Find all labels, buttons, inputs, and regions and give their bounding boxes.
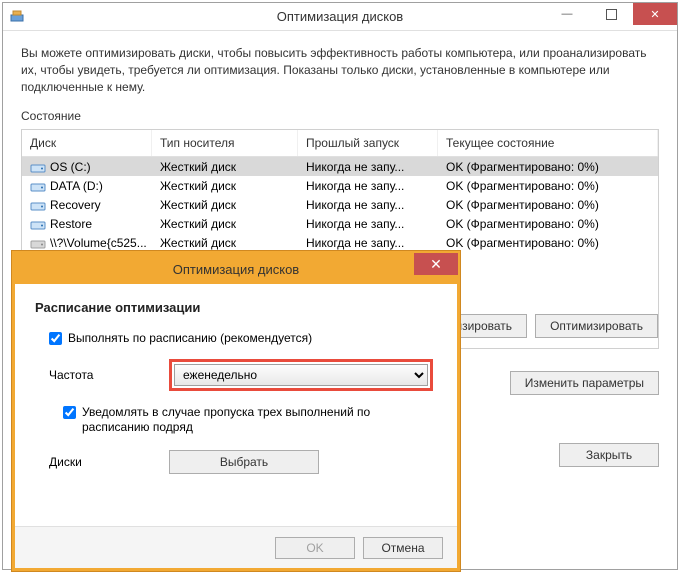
- cell-last: Никогда не запу...: [298, 198, 438, 212]
- cell-type: Жесткий диск: [152, 198, 298, 212]
- dialog-body: Расписание оптимизации Выполнять по расп…: [15, 284, 457, 504]
- drives-table: Диск Тип носителя Прошлый запуск Текущее…: [22, 130, 658, 252]
- col-state[interactable]: Текущее состояние: [438, 130, 658, 156]
- hdd-icon: [30, 200, 46, 212]
- choose-disks-button[interactable]: Выбрать: [169, 450, 319, 474]
- change-params-button[interactable]: Изменить параметры: [510, 371, 659, 395]
- cell-state: OK (Фрагментировано: 0%): [438, 217, 658, 231]
- close-button[interactable]: ✕: [633, 3, 677, 25]
- intro-text: Вы можете оптимизировать диски, чтобы по…: [21, 45, 659, 95]
- cell-disk: DATA (D:): [22, 179, 152, 193]
- frequency-row: Частота еженедельно: [49, 359, 437, 391]
- titlebar[interactable]: Оптимизация дисков — ✕: [3, 3, 677, 31]
- dialog-title: Оптимизация дисков: [173, 262, 299, 277]
- table-header: Диск Тип носителя Прошлый запуск Текущее…: [22, 130, 658, 157]
- cell-last: Никогда не запу...: [298, 236, 438, 250]
- cell-state: OK (Фрагментировано: 0%): [438, 179, 658, 193]
- cell-type: Жесткий диск: [152, 217, 298, 231]
- disks-label: Диски: [49, 455, 149, 469]
- hdd-icon: [30, 219, 46, 231]
- schedule-checkbox[interactable]: [49, 332, 62, 345]
- col-last[interactable]: Прошлый запуск: [298, 130, 438, 156]
- cell-last: Никогда не запу...: [298, 217, 438, 231]
- table-row[interactable]: DATA (D:)Жесткий дискНикогда не запу...O…: [22, 176, 658, 195]
- cell-type: Жесткий диск: [152, 160, 298, 174]
- dialog-heading: Расписание оптимизации: [35, 300, 437, 315]
- notify-checkbox[interactable]: [63, 406, 76, 419]
- cell-disk: Restore: [22, 217, 152, 231]
- cell-disk: OS (C:): [22, 160, 152, 174]
- frequency-select[interactable]: еженедельно: [174, 364, 428, 386]
- cell-type: Жесткий диск: [152, 236, 298, 250]
- state-label: Состояние: [21, 109, 659, 123]
- cell-state: OK (Фрагментировано: 0%): [438, 236, 658, 250]
- frequency-highlight: еженедельно: [169, 359, 433, 391]
- cell-disk: \\?\Volume{c525...: [22, 236, 152, 250]
- hdd-icon: [30, 162, 46, 174]
- schedule-checkbox-label[interactable]: Выполнять по расписанию (рекомендуется): [68, 331, 312, 347]
- frequency-label: Частота: [49, 368, 149, 382]
- table-body: OS (C:)Жесткий дискНикогда не запу...OK …: [22, 157, 658, 252]
- ok-button[interactable]: OK: [275, 537, 355, 559]
- cell-state: OK (Фрагментировано: 0%): [438, 198, 658, 212]
- schedule-checkbox-row: Выполнять по расписанию (рекомендуется): [49, 331, 437, 347]
- notify-checkbox-label[interactable]: Уведомлять в случае пропуска трех выполн…: [82, 405, 413, 436]
- hdd-icon: [30, 238, 46, 250]
- cell-type: Жесткий диск: [152, 179, 298, 193]
- notify-checkbox-row: Уведомлять в случае пропуска трех выполн…: [63, 405, 413, 436]
- dialog-close-button[interactable]: ✕: [414, 253, 458, 275]
- close-main-button[interactable]: Закрыть: [559, 443, 659, 467]
- optimize-button[interactable]: Оптимизировать: [535, 314, 658, 338]
- table-row[interactable]: OS (C:)Жесткий дискНикогда не запу...OK …: [22, 157, 658, 176]
- table-row[interactable]: RestoreЖесткий дискНикогда не запу...OK …: [22, 214, 658, 233]
- hdd-icon: [30, 181, 46, 193]
- minimize-button[interactable]: —: [545, 3, 589, 25]
- cell-state: OK (Фрагментировано: 0%): [438, 160, 658, 174]
- disks-row: Диски Выбрать: [49, 450, 437, 474]
- col-disk[interactable]: Диск: [22, 130, 152, 156]
- cell-last: Никогда не запу...: [298, 179, 438, 193]
- table-row[interactable]: RecoveryЖесткий дискНикогда не запу...OK…: [22, 195, 658, 214]
- cancel-button[interactable]: Отмена: [363, 537, 443, 559]
- table-row[interactable]: \\?\Volume{c525...Жесткий дискНикогда не…: [22, 233, 658, 252]
- window-controls: — ✕: [545, 3, 677, 25]
- dialog-footer: OK Отмена: [15, 526, 457, 568]
- schedule-dialog: Оптимизация дисков ✕ Расписание оптимиза…: [12, 251, 460, 571]
- col-type[interactable]: Тип носителя: [152, 130, 298, 156]
- maximize-button[interactable]: [589, 3, 633, 25]
- cell-disk: Recovery: [22, 198, 152, 212]
- cell-last: Никогда не запу...: [298, 160, 438, 174]
- dialog-titlebar[interactable]: Оптимизация дисков ✕: [15, 254, 457, 284]
